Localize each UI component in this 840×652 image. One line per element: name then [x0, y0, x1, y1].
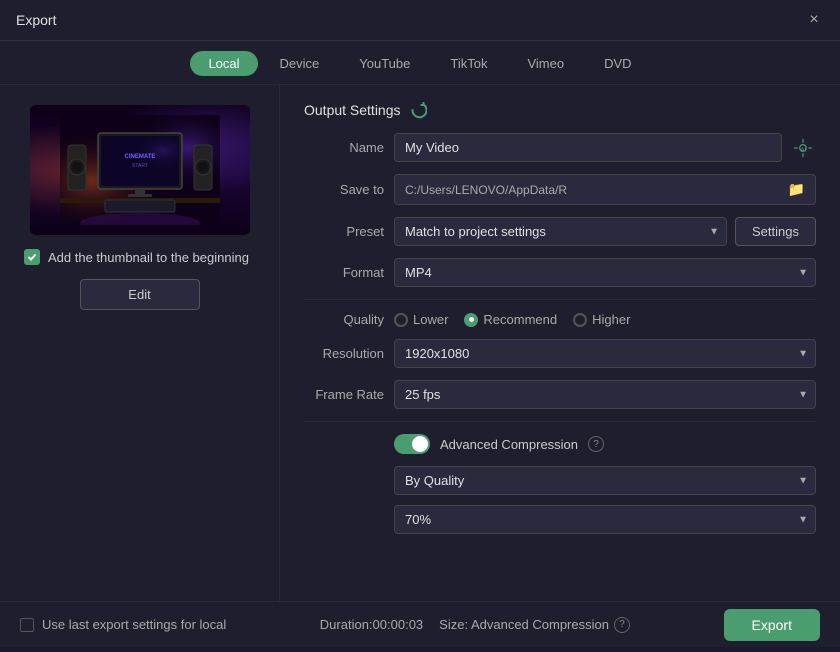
by-quality-select-wrapper: By Quality ▼: [394, 466, 816, 495]
tab-vimeo[interactable]: Vimeo: [509, 51, 582, 76]
name-value-container: AI: [394, 133, 816, 162]
frame-rate-select-wrapper: 25 fps ▼: [394, 380, 816, 409]
edit-button[interactable]: Edit: [80, 279, 200, 310]
quality-label: Quality: [304, 312, 384, 327]
format-select-wrapper: MP4 ▼: [394, 258, 816, 287]
add-thumbnail-checkbox[interactable]: [24, 249, 40, 265]
quality-lower-radio[interactable]: [394, 313, 408, 327]
frame-rate-select[interactable]: 25 fps: [394, 380, 816, 409]
compression-options: By Quality ▼ 70% ▼: [304, 466, 816, 534]
ai-button[interactable]: AI: [790, 135, 816, 161]
use-last-settings-label: Use last export settings for local: [42, 617, 226, 632]
save-path-display[interactable]: C:/Users/LENOVO/AppData/R 📁: [394, 174, 816, 205]
tab-youtube[interactable]: YouTube: [341, 51, 428, 76]
name-label: Name: [304, 140, 384, 155]
dialog-title: Export: [16, 12, 56, 28]
resolution-value-container: 1920x1080 ▼: [394, 339, 816, 368]
folder-icon[interactable]: 📁: [788, 181, 805, 198]
format-label: Format: [304, 265, 384, 280]
quality-higher-radio[interactable]: [573, 313, 587, 327]
preset-label: Preset: [304, 224, 384, 239]
advanced-compression-help-icon[interactable]: ?: [588, 436, 604, 452]
quality-higher-label: Higher: [592, 312, 630, 327]
resolution-label: Resolution: [304, 346, 384, 361]
preset-select[interactable]: Match to project settings: [394, 217, 727, 246]
output-settings-header: Output Settings: [304, 101, 816, 119]
toggle-knob: [412, 436, 428, 452]
size-label: Size: Advanced Compression: [439, 617, 609, 632]
save-to-row: Save to C:/Users/LENOVO/AppData/R 📁: [304, 174, 816, 205]
by-quality-select[interactable]: By Quality: [394, 466, 816, 495]
quality-higher-option[interactable]: Higher: [573, 312, 630, 327]
quality-lower-label: Lower: [413, 312, 448, 327]
right-panel: Output Settings Name AI: [280, 85, 840, 601]
divider-1: [304, 299, 816, 300]
svg-text:CINEMATE: CINEMATE: [124, 154, 155, 160]
tab-local[interactable]: Local: [190, 51, 257, 76]
bottom-bar: Use last export settings for local Durat…: [0, 601, 840, 647]
title-bar: Export ×: [0, 0, 840, 41]
duration-display: Duration:00:00:03: [320, 617, 423, 632]
name-input[interactable]: [394, 133, 782, 162]
quality-percent-select[interactable]: 70%: [394, 505, 816, 534]
frame-rate-label: Frame Rate: [304, 387, 384, 402]
format-select[interactable]: MP4: [394, 258, 816, 287]
save-path-text: C:/Users/LENOVO/AppData/R: [405, 183, 567, 197]
thumbnail-image: CINEMATE START: [30, 105, 250, 235]
advanced-compression-row: Advanced Compression ?: [304, 434, 816, 454]
left-panel: CINEMATE START: [0, 85, 280, 601]
size-help-icon[interactable]: ?: [614, 617, 630, 633]
frame-rate-row: Frame Rate 25 fps ▼: [304, 380, 816, 409]
thumbnail-checkbox-row: Add the thumbnail to the beginning: [24, 249, 249, 265]
export-button[interactable]: Export: [724, 609, 820, 641]
quality-percent-select-wrapper: 70% ▼: [394, 505, 816, 534]
size-info: Size: Advanced Compression ?: [439, 617, 630, 633]
resolution-select-wrapper: 1920x1080 ▼: [394, 339, 816, 368]
name-row: Name AI: [304, 133, 816, 162]
format-row: Format MP4 ▼: [304, 258, 816, 287]
frame-rate-value-container: 25 fps ▼: [394, 380, 816, 409]
refresh-icon[interactable]: [409, 101, 427, 119]
tab-bar: Local Device YouTube TikTok Vimeo DVD: [0, 41, 840, 85]
add-thumbnail-label: Add the thumbnail to the beginning: [48, 250, 249, 265]
tab-device[interactable]: Device: [262, 51, 338, 76]
save-to-value-container: C:/Users/LENOVO/AppData/R 📁: [394, 174, 816, 205]
preset-select-wrapper: Match to project settings ▼: [394, 217, 727, 246]
output-settings-title: Output Settings: [304, 102, 401, 118]
preset-value-container: Match to project settings ▼ Settings: [394, 217, 816, 246]
save-to-label: Save to: [304, 182, 384, 197]
preset-row: Preset Match to project settings ▼ Setti…: [304, 217, 816, 246]
thumbnail-scene: CINEMATE START: [60, 115, 220, 225]
advanced-compression-toggle[interactable]: [394, 434, 430, 454]
tab-dvd[interactable]: DVD: [586, 51, 649, 76]
thumbnail-preview: CINEMATE START: [30, 105, 250, 235]
quality-radio-group: Lower Recommend Higher: [394, 312, 630, 327]
resolution-row: Resolution 1920x1080 ▼: [304, 339, 816, 368]
format-value-container: MP4 ▼: [394, 258, 816, 287]
divider-2: [304, 421, 816, 422]
tab-tiktok[interactable]: TikTok: [432, 51, 505, 76]
quality-lower-option[interactable]: Lower: [394, 312, 448, 327]
quality-recommend-label: Recommend: [483, 312, 557, 327]
svg-text:START: START: [132, 163, 148, 169]
main-content: CINEMATE START: [0, 85, 840, 601]
resolution-select[interactable]: 1920x1080: [394, 339, 816, 368]
close-button[interactable]: ×: [804, 10, 824, 30]
quality-row: Quality Lower Recommend Higher: [304, 312, 816, 327]
bottom-center: Duration:00:00:03 Size: Advanced Compres…: [320, 617, 630, 633]
advanced-compression-label: Advanced Compression: [440, 437, 578, 452]
quality-recommend-radio[interactable]: [464, 313, 478, 327]
quality-recommend-option[interactable]: Recommend: [464, 312, 557, 327]
preset-settings-button[interactable]: Settings: [735, 217, 816, 246]
svg-text:AI: AI: [801, 147, 807, 153]
bottom-left: Use last export settings for local: [20, 617, 226, 632]
use-last-settings-checkbox[interactable]: [20, 618, 34, 632]
